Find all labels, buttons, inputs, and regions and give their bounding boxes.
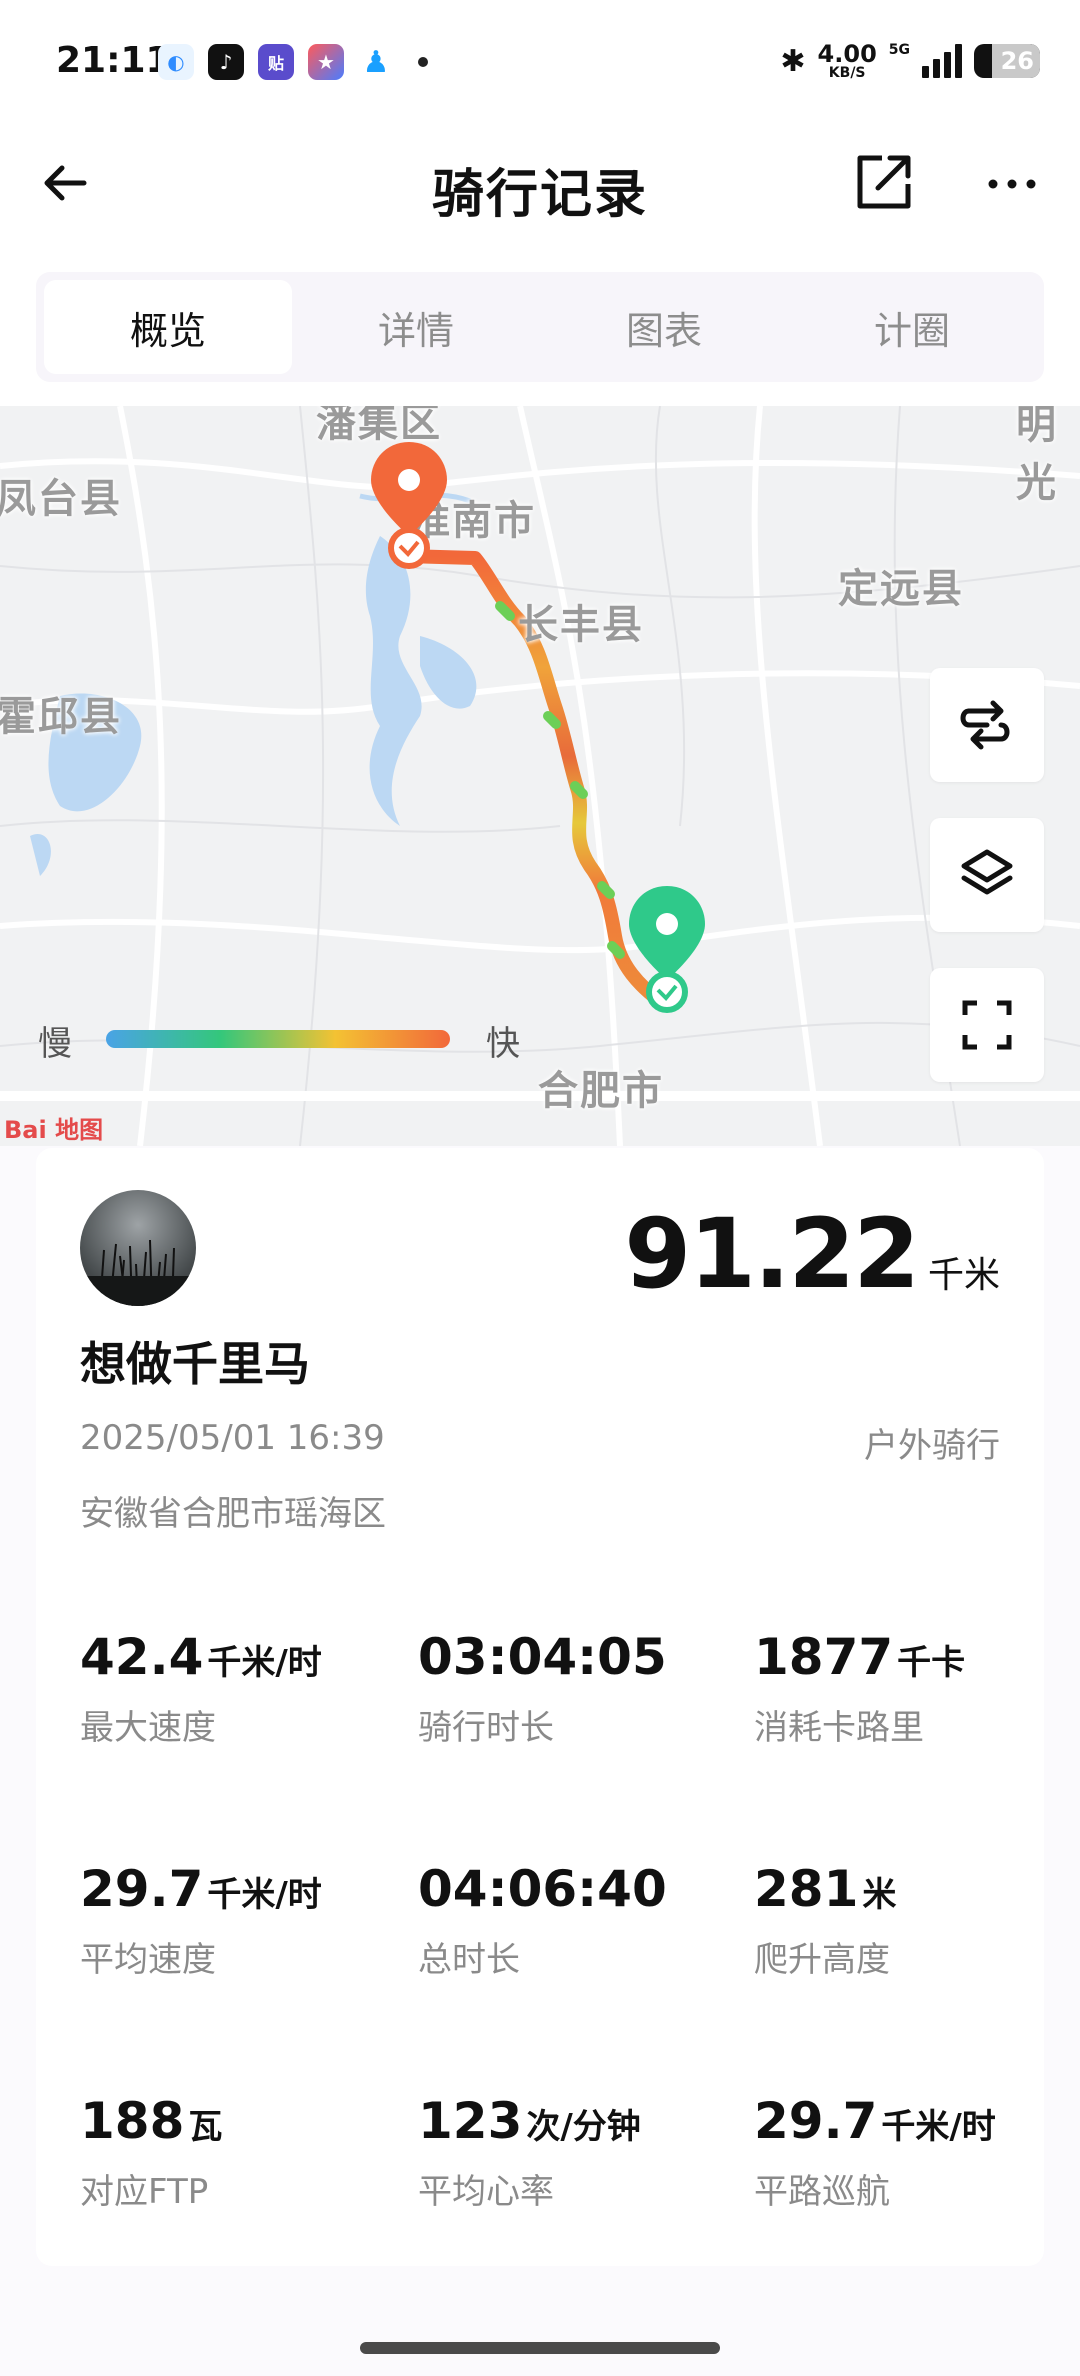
route-switch-icon bbox=[960, 700, 1010, 750]
map-label-fengtai: 凤台县 bbox=[0, 476, 122, 522]
distance-unit: 千米 bbox=[927, 1255, 1000, 1296]
tab-bar: 概览 详情 图表 计圈 bbox=[36, 272, 1044, 382]
more-icon bbox=[988, 179, 1036, 189]
map-label-huoqiu: 霍邱县 bbox=[0, 694, 122, 740]
stat-max-speed: 42.4 千米/时 最大速度 bbox=[80, 1628, 322, 1748]
more-notifications-dot bbox=[418, 57, 428, 67]
browser-app-icon: ◐ bbox=[158, 44, 194, 80]
legend-fast-label: 快 bbox=[486, 1024, 520, 1064]
start-pin-icon bbox=[371, 442, 447, 569]
activity-type: 户外骑行 bbox=[864, 1426, 1000, 1466]
qq-app-icon: ♟ bbox=[358, 44, 394, 80]
avatar[interactable] bbox=[80, 1190, 196, 1306]
tab-details[interactable]: 详情 bbox=[292, 280, 540, 374]
battery-icon: 26 bbox=[974, 44, 1040, 78]
share-button[interactable] bbox=[852, 150, 916, 214]
app-header: 骑行记录 bbox=[0, 130, 1080, 240]
stat-ftp: 188 瓦 对应FTP bbox=[80, 2092, 223, 2212]
status-right: ✱ 4.00 KB/S 5G 26 bbox=[780, 42, 1040, 80]
map-label-hefei: 合肥市 bbox=[538, 1068, 664, 1114]
stat-calories: 1877 千卡 消耗卡路里 bbox=[754, 1628, 966, 1748]
stat-elevation-gain: 281 米 爬升高度 bbox=[754, 1860, 897, 1980]
tab-overview[interactable]: 概览 bbox=[44, 280, 292, 374]
total-distance: 91.22 千米 bbox=[624, 1198, 1000, 1310]
ride-location: 安徽省合肥市瑶海区 bbox=[80, 1494, 386, 1534]
page-title: 骑行记录 bbox=[431, 165, 648, 225]
stat-avg-heart-rate: 123 次/分钟 平均心率 bbox=[418, 2092, 641, 2212]
tieba-app-icon: 贴 bbox=[258, 44, 294, 80]
fullscreen-button[interactable] bbox=[930, 968, 1044, 1082]
map-label-changfeng: 长丰县 bbox=[518, 602, 644, 648]
home-indicator[interactable] bbox=[360, 2342, 720, 2354]
star-app-icon: ★ bbox=[308, 44, 344, 80]
stat-avg-speed: 29.7 千米/时 平均速度 bbox=[80, 1860, 322, 1980]
distance-value: 91.22 bbox=[624, 1198, 920, 1310]
map-layers-button[interactable] bbox=[930, 818, 1044, 932]
legend-slow-label: 慢 bbox=[38, 1024, 72, 1064]
map-label-ming: 明光 bbox=[1016, 406, 1058, 506]
status-bar: 21:11 ◐ ♪ 贴 ★ ♟ ✱ 4.00 KB/S 5G 26 bbox=[0, 0, 1080, 120]
signal-icon bbox=[922, 44, 962, 78]
route-mode-button[interactable] bbox=[930, 668, 1044, 782]
end-pin-icon bbox=[629, 886, 705, 1013]
stat-flat-cruise: 29.7 千米/时 平路巡航 bbox=[754, 2092, 996, 2212]
fullscreen-icon bbox=[962, 1000, 1012, 1050]
speed-legend-bar bbox=[106, 1030, 450, 1048]
net-speed: 4.00 KB/S bbox=[817, 40, 877, 81]
ride-datetime: 2025/05/01 16:39 bbox=[80, 1418, 385, 1458]
network-type: 5G bbox=[888, 42, 910, 58]
map-label-dingyuan: 定远县 bbox=[838, 566, 964, 612]
stat-ride-duration: 03:04:05 骑行时长 bbox=[418, 1628, 667, 1748]
status-time: 21:11 bbox=[56, 40, 171, 81]
username: 想做千里马 bbox=[80, 1337, 310, 1391]
baidu-map-logo: Bai 地图 bbox=[4, 1116, 104, 1144]
layers-icon bbox=[961, 849, 1013, 895]
stat-total-duration: 04:06:40 总时长 bbox=[418, 1860, 667, 1980]
notification-icons: ◐ ♪ 贴 ★ ♟ bbox=[158, 44, 428, 80]
tiktok-app-icon: ♪ bbox=[208, 44, 244, 80]
avatar-image bbox=[80, 1239, 196, 1306]
tab-laps[interactable]: 计圈 bbox=[788, 280, 1036, 374]
bluetooth-icon: ✱ bbox=[780, 43, 806, 79]
more-button[interactable] bbox=[980, 150, 1044, 214]
share-icon bbox=[857, 155, 911, 209]
tab-charts[interactable]: 图表 bbox=[540, 280, 788, 374]
